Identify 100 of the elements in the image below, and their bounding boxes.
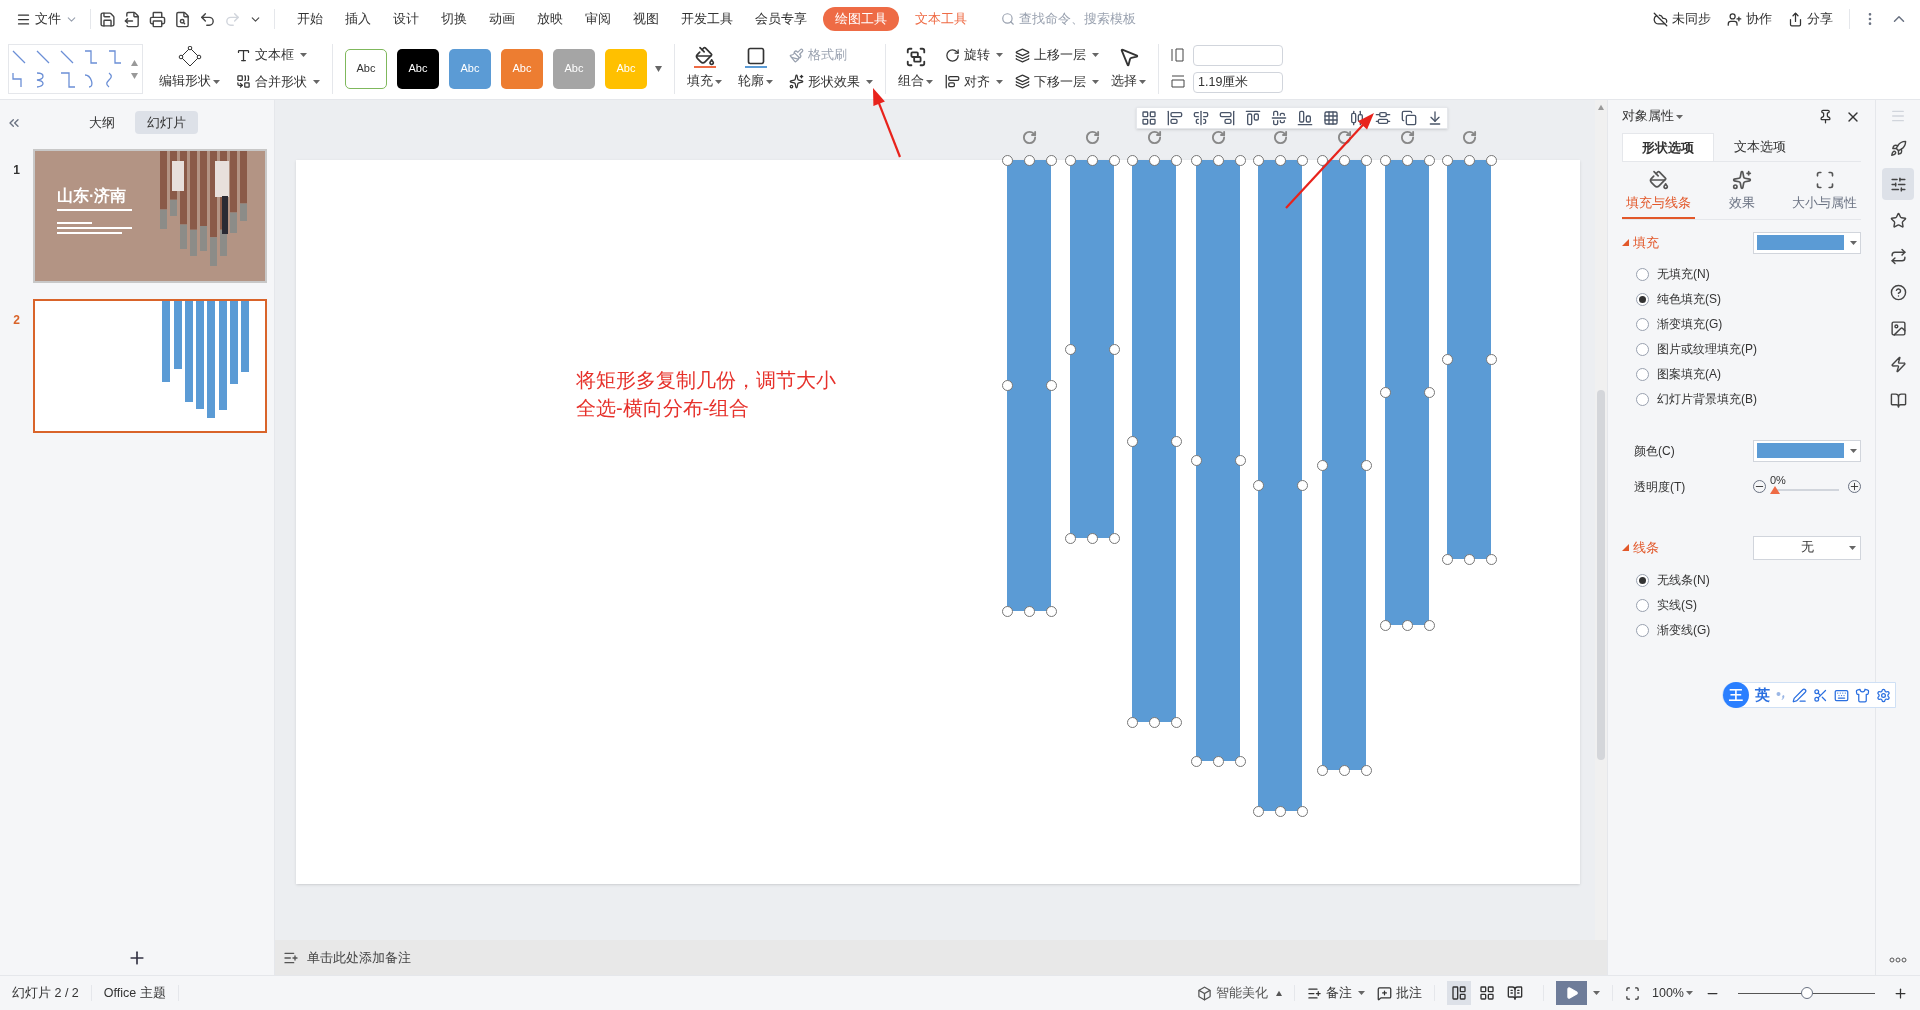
radio-button[interactable] [1636,598,1649,612]
resize-handle[interactable] [1379,387,1391,398]
resize-handle[interactable] [1023,154,1035,166]
resize-handle[interactable] [1423,154,1435,166]
section-header[interactable]: 线条 [1622,538,1659,558]
resize-handle[interactable] [1126,435,1138,447]
resize-handle[interactable] [1190,455,1202,466]
resize-handle[interactable] [1148,154,1160,166]
notes-button[interactable]: 备注 [1307,983,1365,1003]
resize-handle[interactable] [1338,764,1350,776]
undo-icon[interactable] [199,10,216,28]
header-action[interactable]: 未同步 [1653,9,1711,29]
panel-title[interactable]: 对象属性 [1622,107,1683,126]
side-tool-button[interactable] [1882,168,1914,200]
resize-handle[interactable] [1296,154,1308,166]
style-swatch[interactable]: Abc [345,48,387,89]
resize-handle[interactable] [1423,387,1435,398]
radio-button[interactable] [1636,367,1649,381]
zoom-dropdown[interactable]: 100% [1652,983,1693,1003]
resize-handle[interactable] [1064,532,1076,544]
play-button[interactable] [1556,981,1587,1005]
rotate-handle[interactable] [1461,130,1477,145]
line-style-dropdown[interactable]: 无 [1753,535,1861,560]
resize-handle[interactable] [1485,154,1497,166]
align-top-icon[interactable] [1245,110,1261,126]
resize-handle[interactable] [1234,455,1246,466]
resize-handle[interactable] [1234,154,1246,166]
resize-handle[interactable] [1401,619,1413,631]
shape-effect-button[interactable]: 形状效果 [789,72,873,92]
resize-handle[interactable] [1338,154,1350,166]
ribbon-tab[interactable]: 设计 [383,9,429,29]
file-menu[interactable]: 文件 [12,9,82,29]
ribbon-tab[interactable]: 放映 [527,9,573,29]
resize-handle[interactable] [1023,605,1035,617]
resize-handle[interactable] [1360,764,1372,776]
panel-tab[interactable]: 大纲 [76,110,127,135]
ribbon-tab[interactable]: 会员专享 [745,9,817,29]
ribbon-tab[interactable]: 动画 [479,9,525,29]
radio-button[interactable] [1636,573,1649,587]
resize-handle[interactable] [1379,154,1391,166]
properties-subtab[interactable]: 大小与属性 [1788,170,1861,219]
resize-handle[interactable] [1274,805,1286,817]
resize-handle[interactable] [1170,435,1182,447]
resize-handle[interactable] [1441,154,1453,166]
scissors-icon[interactable] [1813,687,1828,703]
align-bottom-icon[interactable] [1297,110,1313,126]
ribbon-tab[interactable]: 开始 [287,9,333,29]
resize-handle[interactable] [1190,755,1202,767]
header-action[interactable]: 协作 [1727,9,1772,29]
ribbon-tab[interactable]: 审阅 [575,9,621,29]
slide-thumbnail[interactable] [33,299,267,433]
resize-handle[interactable] [1296,805,1308,817]
beautify-button[interactable]: 智能美化 [1197,983,1282,1003]
resize-handle[interactable] [1045,380,1057,391]
resize-handle[interactable] [1170,716,1182,728]
resize-handle[interactable] [1316,764,1328,776]
style-swatch[interactable]: Abc [397,48,439,89]
resize-handle[interactable] [1252,480,1264,491]
bring-forward-button[interactable]: 上移一层 [1015,45,1099,65]
resize-handle[interactable] [1212,755,1224,767]
resize-handle[interactable] [1108,154,1120,166]
fill-color-dropdown[interactable] [1753,231,1861,254]
rotate-handle[interactable] [1084,130,1100,145]
resize-handle[interactable] [1441,354,1453,365]
resize-handle[interactable] [1108,532,1120,544]
resize-handle[interactable] [1296,480,1308,491]
resize-handle[interactable] [1252,805,1264,817]
color-dropdown[interactable] [1753,439,1861,462]
transparency-slider[interactable]: 0% [1770,473,1844,500]
resize-handle[interactable] [1423,619,1435,631]
resize-handle[interactable] [1126,154,1138,166]
resize-handle[interactable] [1190,154,1202,166]
more-icon[interactable] [1889,957,1907,963]
fit-icon[interactable] [1625,985,1640,1001]
header-action[interactable]: 分享 [1788,9,1833,29]
merge-shape-button[interactable]: 合并形状 [236,72,320,92]
comments-button[interactable]: 批注 [1377,983,1422,1003]
pin-icon[interactable] [1818,109,1833,124]
settings-icon[interactable] [1876,687,1891,703]
notes-placeholder[interactable]: 单击此处添加备注 [307,947,411,968]
resize-handle[interactable] [1045,154,1057,166]
view-button[interactable] [1447,981,1471,1005]
properties-subtab[interactable]: 效果 [1724,170,1759,219]
select-button[interactable]: 选择 [1111,46,1146,91]
resize-handle[interactable] [1401,154,1413,166]
group-button[interactable]: 组合 [898,46,933,91]
resize-handle[interactable] [1086,154,1098,166]
radio-button[interactable] [1636,623,1649,637]
resize-handle[interactable] [1170,154,1182,166]
resize-handle[interactable] [1441,553,1453,565]
resize-handle[interactable] [1485,553,1497,565]
distribute-horizontal-icon[interactable] [1349,110,1365,126]
print-icon[interactable] [149,10,166,28]
properties-tab[interactable]: 形状选项 [1622,133,1714,161]
rotate-handle[interactable] [1272,130,1288,145]
resize-handle[interactable] [1212,154,1224,166]
align-right-icon[interactable] [1219,110,1235,126]
radio-button[interactable] [1636,267,1649,281]
radio-button[interactable] [1636,317,1649,331]
rotate-handle[interactable] [1336,130,1352,145]
